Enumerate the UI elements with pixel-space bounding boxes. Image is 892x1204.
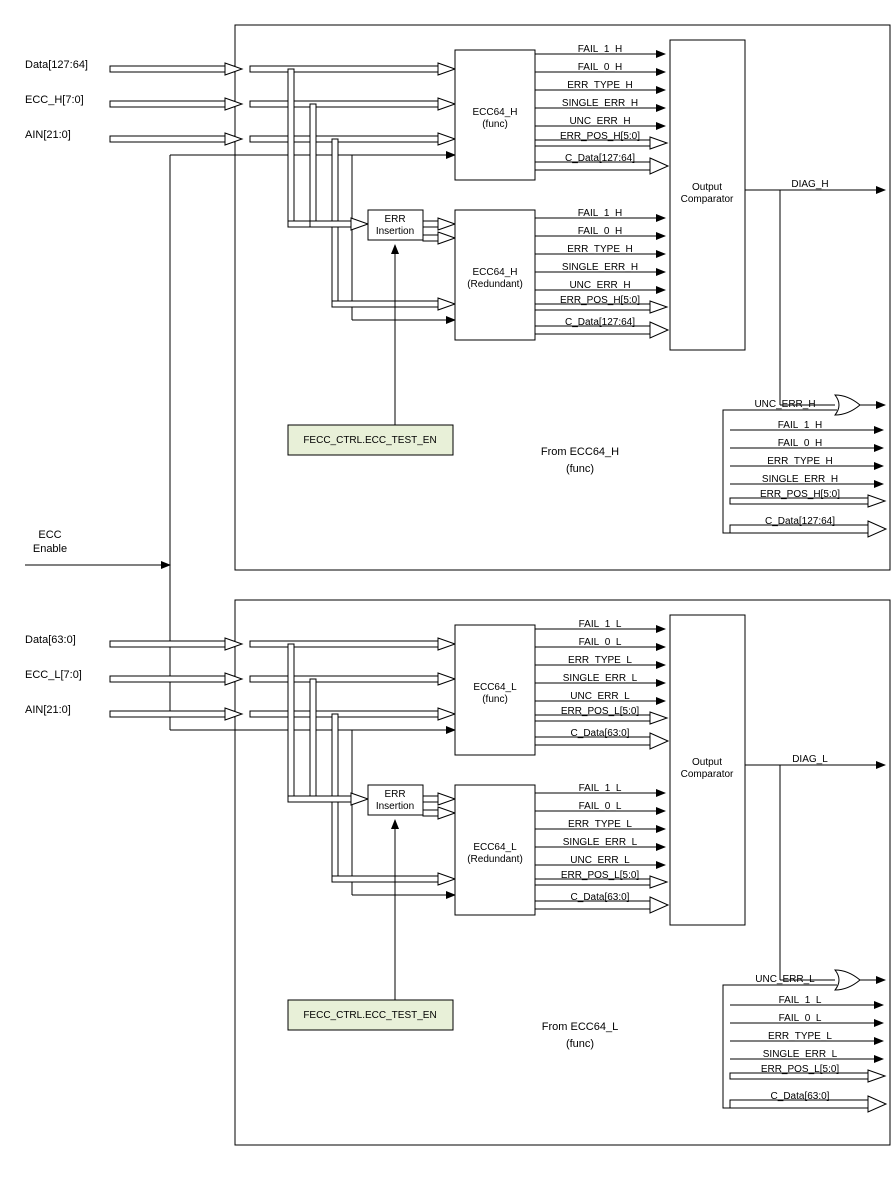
svg-text:(func): (func): [482, 119, 508, 130]
svg-text:FAIL_0_H: FAIL_0_H: [778, 438, 822, 449]
svg-text:C_Data[63:0]: C_Data[63:0]: [571, 892, 630, 903]
svg-text:ERR_POS_L[5:0]: ERR_POS_L[5:0]: [561, 870, 640, 881]
svg-text:SINGLE_ERR_H: SINGLE_ERR_H: [762, 474, 838, 485]
svg-text:FECC_CTRL.ECC_TEST_EN: FECC_CTRL.ECC_TEST_EN: [303, 1010, 436, 1021]
input-ecc-h: ECC_H[7:0]: [25, 94, 84, 106]
signals-func-h: FAIL_1_H FAIL_0_H ERR_TYPE_H SINGLE_ERR_…: [535, 44, 668, 174]
diag-h-label: DIAG_H: [791, 179, 828, 190]
svg-text:ERR_POS_H[5:0]: ERR_POS_H[5:0]: [560, 131, 640, 142]
or-gate-h: [835, 395, 860, 415]
svg-text:UNC_ERR_L: UNC_ERR_L: [755, 974, 815, 985]
svg-text:SINGLE_ERR_L: SINGLE_ERR_L: [563, 673, 638, 684]
svg-text:(Redundant): (Redundant): [467, 854, 523, 865]
svg-text:UNC_ERR_H: UNC_ERR_H: [569, 116, 630, 127]
svg-text:ECC64_L: ECC64_L: [473, 842, 517, 853]
svg-text:UNC_ERR_L: UNC_ERR_L: [570, 691, 630, 702]
svg-text:ERR_POS_L[5:0]: ERR_POS_L[5:0]: [761, 1064, 840, 1075]
svg-text:UNC_ERR_L: UNC_ERR_L: [570, 855, 630, 866]
svg-text:C_Data[63:0]: C_Data[63:0]: [771, 1091, 830, 1102]
svg-text:FAIL_1_H: FAIL_1_H: [778, 420, 822, 431]
svg-text:(func): (func): [482, 694, 508, 705]
svg-text:(Redundant): (Redundant): [467, 279, 523, 290]
svg-text:UNC_ERR_H: UNC_ERR_H: [754, 399, 815, 410]
svg-text:ERR: ERR: [384, 789, 405, 800]
svg-text:FAIL_1_H: FAIL_1_H: [578, 208, 622, 219]
svg-text:ERR_POS_H[5:0]: ERR_POS_H[5:0]: [560, 295, 640, 306]
svg-text:SINGLE_ERR_H: SINGLE_ERR_H: [562, 262, 638, 273]
svg-text:ECC64_H: ECC64_H: [472, 267, 517, 278]
outputs-l: UNC_ERR_L FAIL_1_L FAIL_0_L ERR_TYPE_L S…: [723, 974, 886, 1112]
svg-text:Comparator: Comparator: [681, 769, 734, 780]
upper-section: Data[127:64] ECC_H[7:0] AIN[21:0]: [25, 25, 890, 570]
signals-redundant-h: FAIL_1_H FAIL_0_H ERR_TYPE_H SINGLE_ERR_…: [535, 208, 668, 338]
svg-text:ERR: ERR: [384, 214, 405, 225]
from-ecc64-h-2: (func): [566, 463, 594, 475]
diag-l-label: DIAG_L: [792, 754, 828, 765]
input-ain-l: AIN[21:0]: [25, 704, 71, 716]
svg-text:SINGLE_ERR_L: SINGLE_ERR_L: [763, 1049, 838, 1060]
from-ecc64-l-1: From ECC64_L: [542, 1021, 618, 1033]
svg-text:FAIL_0_H: FAIL_0_H: [578, 62, 622, 73]
or-gate-l: [835, 970, 860, 990]
svg-text:FAIL_0_L: FAIL_0_L: [579, 801, 622, 812]
ecc-enable-label-1: ECC: [38, 529, 61, 541]
signals-func-l: FAIL_1_L FAIL_0_L ERR_TYPE_L SINGLE_ERR_…: [535, 619, 668, 749]
svg-text:FECC_CTRL.ECC_TEST_EN: FECC_CTRL.ECC_TEST_EN: [303, 435, 436, 446]
svg-text:Insertion: Insertion: [376, 226, 414, 237]
bus-data-h: [110, 66, 235, 72]
lower-section: Data[63:0] ECC_L[7:0] AIN[21:0]: [25, 600, 890, 1145]
svg-text:ERR_TYPE_H: ERR_TYPE_H: [767, 456, 833, 467]
svg-text:SINGLE_ERR_L: SINGLE_ERR_L: [563, 837, 638, 848]
svg-text:ERR_TYPE_H: ERR_TYPE_H: [567, 80, 633, 91]
svg-text:C_Data[127:64]: C_Data[127:64]: [565, 317, 635, 328]
signals-redundant-l: FAIL_1_L FAIL_0_L ERR_TYPE_L SINGLE_ERR_…: [535, 783, 668, 913]
svg-text:Output: Output: [692, 757, 722, 768]
svg-text:FAIL_0_L: FAIL_0_L: [779, 1013, 822, 1024]
input-data-h: Data[127:64]: [25, 59, 88, 71]
svg-text:C_Data[63:0]: C_Data[63:0]: [571, 728, 630, 739]
input-ecc-l: ECC_L[7:0]: [25, 669, 82, 681]
svg-text:ERR_POS_L[5:0]: ERR_POS_L[5:0]: [561, 706, 640, 717]
svg-text:ECC64_H: ECC64_H: [472, 107, 517, 118]
svg-text:ERR_POS_H[5:0]: ERR_POS_H[5:0]: [760, 489, 840, 500]
svg-text:ERR_TYPE_H: ERR_TYPE_H: [567, 244, 633, 255]
svg-text:ERR_TYPE_L: ERR_TYPE_L: [768, 1031, 832, 1042]
svg-text:FAIL_1_H: FAIL_1_H: [578, 44, 622, 55]
bus-ecc-h: [110, 101, 235, 107]
svg-text:ECC64_L: ECC64_L: [473, 682, 517, 693]
svg-text:SINGLE_ERR_H: SINGLE_ERR_H: [562, 98, 638, 109]
input-ain-h: AIN[21:0]: [25, 129, 71, 141]
svg-text:FAIL_0_L: FAIL_0_L: [579, 637, 622, 648]
svg-text:UNC_ERR_H: UNC_ERR_H: [569, 280, 630, 291]
ecc-enable-label-2: Enable: [33, 543, 67, 555]
svg-text:Comparator: Comparator: [681, 194, 734, 205]
svg-text:C_Data[127:64]: C_Data[127:64]: [765, 516, 835, 527]
svg-text:ERR_TYPE_L: ERR_TYPE_L: [568, 819, 632, 830]
svg-text:FAIL_1_L: FAIL_1_L: [779, 995, 822, 1006]
svg-text:FAIL_1_L: FAIL_1_L: [579, 783, 622, 794]
svg-text:C_Data[127:64]: C_Data[127:64]: [565, 153, 635, 164]
svg-text:FAIL_0_H: FAIL_0_H: [578, 226, 622, 237]
svg-text:Insertion: Insertion: [376, 801, 414, 812]
svg-text:Output: Output: [692, 182, 722, 193]
from-ecc64-h-1: From ECC64_H: [541, 446, 619, 458]
from-ecc64-l-2: (func): [566, 1038, 594, 1050]
outputs-h: UNC_ERR_H FAIL_1_H FAIL_0_H ERR_TYPE_H S…: [723, 399, 886, 537]
bus-ain-h: [110, 136, 235, 142]
svg-text:ERR_TYPE_L: ERR_TYPE_L: [568, 655, 632, 666]
input-data-l: Data[63:0]: [25, 634, 76, 646]
svg-text:FAIL_1_L: FAIL_1_L: [579, 619, 622, 630]
